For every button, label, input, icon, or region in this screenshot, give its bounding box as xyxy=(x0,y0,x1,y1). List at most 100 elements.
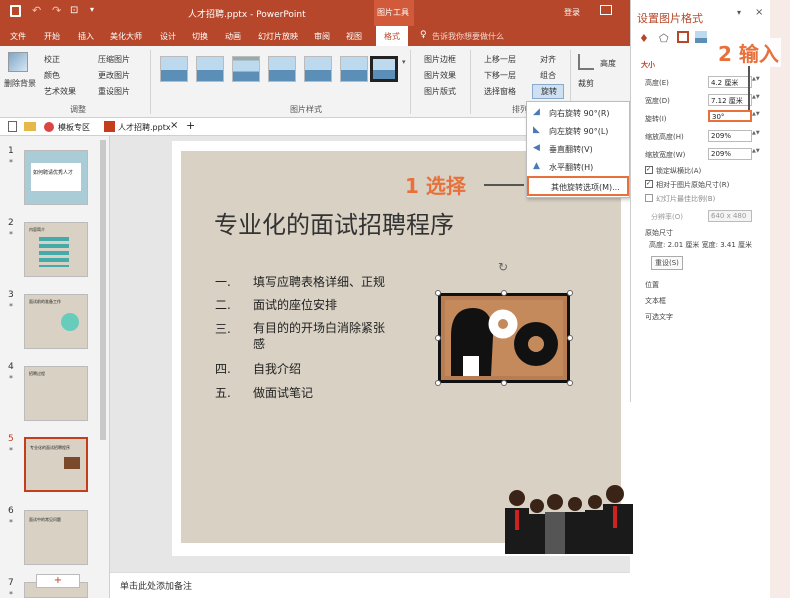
notes-placeholder[interactable]: 单击此处添加备注 xyxy=(120,579,192,592)
picture-style-3[interactable] xyxy=(232,56,260,82)
remove-background-icon[interactable] xyxy=(8,52,28,72)
color-button[interactable]: 颜色 xyxy=(44,70,60,81)
send-backward-button[interactable]: 下移一层 xyxy=(484,70,516,81)
resize-handle[interactable] xyxy=(501,380,507,386)
folder-icon[interactable] xyxy=(24,122,36,131)
slide-thumbnail-5[interactable]: 专业化的面试招聘程序 xyxy=(24,437,88,492)
slide-thumbnail-2[interactable]: 内容简介 xyxy=(24,222,88,277)
slide-thumbnail-6[interactable]: 面试中的常见问题 xyxy=(24,510,88,565)
picture-style-5[interactable] xyxy=(304,56,332,82)
relative-size-checkbox[interactable]: ✓ xyxy=(645,180,653,188)
customize-qat-icon[interactable]: ▾ xyxy=(90,5,94,14)
effects-icon[interactable]: ⬠ xyxy=(659,32,669,45)
selected-picture[interactable] xyxy=(438,293,570,383)
tab-review[interactable]: 审阅 xyxy=(314,31,330,42)
slide-title[interactable]: 专业化的面试招聘程序 xyxy=(214,205,454,240)
height-shortcut[interactable]: 高度 xyxy=(600,58,616,69)
reset-button[interactable]: 重设(S) xyxy=(651,256,683,270)
resize-handle[interactable] xyxy=(567,335,573,341)
thumbnail-scrollbar[interactable] xyxy=(100,140,106,440)
styles-more-icon[interactable]: ▾ xyxy=(402,58,406,66)
rotate-button[interactable]: 旋转 xyxy=(532,84,564,99)
best-scale-checkbox[interactable] xyxy=(645,194,653,202)
height-input[interactable]: 4.2 厘米 xyxy=(708,76,752,88)
pane-options-icon[interactable]: ▾ xyxy=(737,8,741,17)
tab-view[interactable]: 视图 xyxy=(346,31,362,42)
picture-icon[interactable] xyxy=(695,31,707,43)
resize-handle[interactable] xyxy=(435,380,441,386)
rotate-handle-icon[interactable]: ↻ xyxy=(498,260,508,274)
position-section[interactable]: 位置 xyxy=(645,280,659,290)
tab-home[interactable]: 开始 xyxy=(44,31,60,42)
tab-format[interactable]: 格式 xyxy=(376,26,408,46)
undo-icon[interactable]: ↶ xyxy=(32,4,41,17)
login-link[interactable]: 登录 xyxy=(564,7,580,18)
artistic-effects-button[interactable]: 艺术效果 xyxy=(44,86,76,97)
bullet-text[interactable]: 自我介绍 xyxy=(253,360,301,377)
rotation-input[interactable]: 30° xyxy=(708,110,752,122)
tab-design[interactable]: 设计 xyxy=(160,31,176,42)
bullet-text[interactable]: 有目的的开场白消除紧张感 xyxy=(253,320,389,352)
close-pane-icon[interactable]: × xyxy=(755,7,763,18)
redo-icon[interactable]: ↷ xyxy=(52,4,61,17)
scale-height-spinner[interactable]: ▲▼ xyxy=(752,130,760,142)
group-button[interactable]: 组合 xyxy=(540,70,556,81)
textbox-section[interactable]: 文本框 xyxy=(645,296,666,306)
scale-width-spinner[interactable]: ▲▼ xyxy=(752,148,760,160)
picture-style-2[interactable] xyxy=(196,56,224,82)
new-slide-button[interactable]: + xyxy=(36,574,80,588)
template-zone-tab[interactable]: 模板专区 xyxy=(58,122,90,133)
add-tab-icon[interactable]: + xyxy=(186,119,195,132)
resolution-select[interactable]: 640 x 480 xyxy=(708,210,752,222)
tab-file[interactable]: 文件 xyxy=(10,31,26,42)
file-tab[interactable]: 人才招聘.pptx xyxy=(118,122,171,133)
slide-thumbnail-4[interactable]: 招聘过程 xyxy=(24,366,88,421)
resize-handle[interactable] xyxy=(501,290,507,296)
picture-border-button[interactable]: 图片边框 xyxy=(424,54,456,65)
more-rotation-options-item[interactable]: 其他旋转选项(M)... xyxy=(527,176,629,196)
bullet-text[interactable]: 做面试笔记 xyxy=(253,384,313,401)
resize-handle[interactable] xyxy=(567,380,573,386)
change-picture-button[interactable]: 更改图片 xyxy=(98,70,130,81)
picture-layout-button[interactable]: 图片版式 xyxy=(424,86,456,97)
picture-style-7[interactable] xyxy=(370,56,398,82)
remove-background-button[interactable]: 删除背景 xyxy=(4,78,36,89)
rotate-left-90-item[interactable]: ◣ 向左旋转 90°(L) xyxy=(527,122,629,139)
business-people-image[interactable] xyxy=(497,480,635,554)
picture-style-4[interactable] xyxy=(268,56,296,82)
flip-horizontal-item[interactable]: ▲ 水平翻转(H) xyxy=(527,158,629,175)
resize-handle[interactable] xyxy=(435,290,441,296)
compress-pictures-button[interactable]: 压缩图片 xyxy=(98,54,130,65)
tab-transitions[interactable]: 切换 xyxy=(192,31,208,42)
scale-height-input[interactable]: 209% xyxy=(708,130,752,142)
resize-handle[interactable] xyxy=(567,290,573,296)
size-properties-icon[interactable] xyxy=(677,31,689,43)
picture-effects-button[interactable]: 图片效果 xyxy=(424,70,456,81)
align-button[interactable]: 对齐 xyxy=(540,54,556,65)
save-icon[interactable] xyxy=(10,5,21,17)
resize-handle[interactable] xyxy=(435,335,441,341)
close-tab-icon[interactable]: × xyxy=(170,120,178,131)
presentation-start-icon[interactable]: ⊡ xyxy=(70,5,78,16)
width-spinner[interactable]: ▲▼ xyxy=(752,94,760,106)
rotation-spinner[interactable]: ▲▼ xyxy=(752,111,760,123)
crop-button[interactable]: 裁剪 xyxy=(578,78,594,89)
slide-thumbnail-3[interactable]: 面试前的准备工作 xyxy=(24,294,88,349)
picture-style-1[interactable] xyxy=(160,56,188,82)
size-section-header[interactable]: 大小 xyxy=(641,60,655,70)
picture-style-6[interactable] xyxy=(340,56,368,82)
bullet-text[interactable]: 填写应聘表格详细、正规 xyxy=(253,273,385,290)
flip-vertical-item[interactable]: ◀ 垂直翻转(V) xyxy=(527,140,629,157)
tab-insert[interactable]: 插入 xyxy=(78,31,94,42)
tab-meihua[interactable]: 美化大师 xyxy=(110,31,142,42)
bullet-text[interactable]: 面试的座位安排 xyxy=(253,296,337,313)
tab-slideshow[interactable]: 幻灯片放映 xyxy=(258,31,298,42)
height-spinner[interactable]: ▲▼ xyxy=(752,76,760,88)
rotate-right-90-item[interactable]: ◢ 向右旋转 90°(R) xyxy=(527,104,629,121)
selection-pane-button[interactable]: 选择窗格 xyxy=(484,86,516,97)
crop-icon[interactable] xyxy=(578,54,594,70)
fill-line-icon[interactable]: ♦ xyxy=(639,32,649,45)
tell-me-input[interactable]: 告诉我你想要做什么 xyxy=(432,31,504,42)
slide-thumbnail-1[interactable]: 如何聘请优秀人才 xyxy=(24,150,88,205)
scale-width-input[interactable]: 209% xyxy=(708,148,752,160)
